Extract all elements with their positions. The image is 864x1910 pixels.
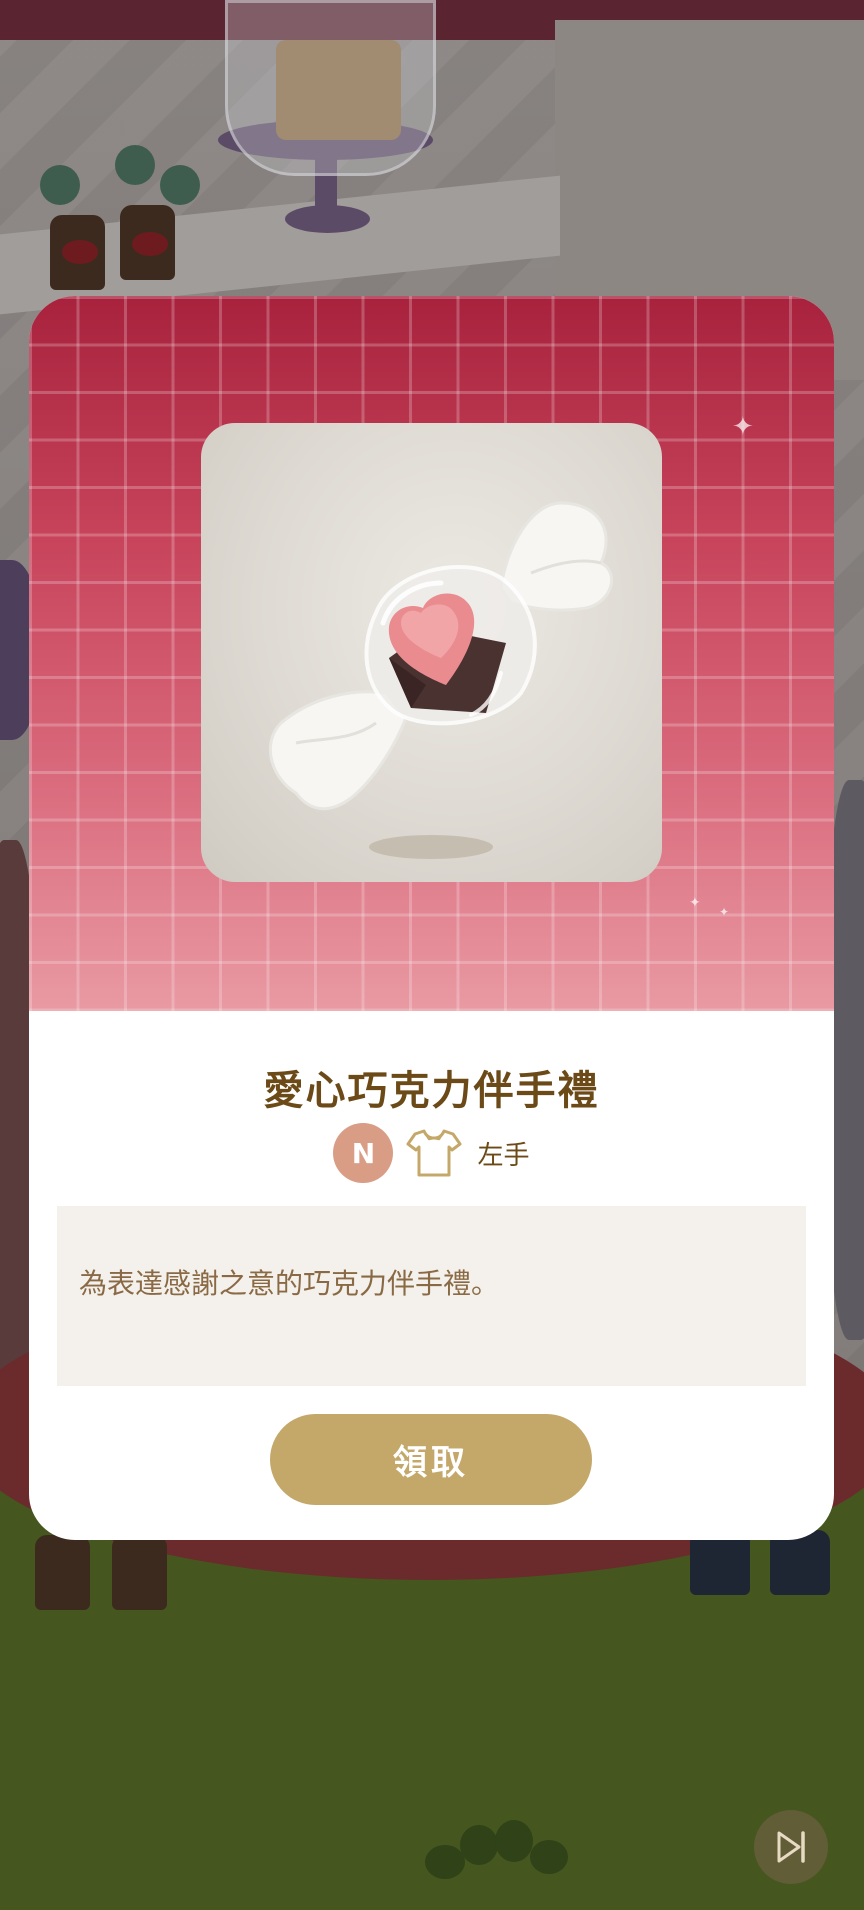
rarity-badge: N [333, 1123, 394, 1183]
skip-forward-icon [777, 1831, 805, 1863]
shirt-icon [403, 1125, 465, 1181]
sparkle-icon: ✦ [689, 895, 701, 911]
bow-decoration [62, 240, 98, 264]
dialog-hero-background: ✦ ✦ ✦ [29, 296, 834, 1011]
item-reward-dialog: ✦ ✦ ✦ 愛心巧克力伴手禮 N 左手 為表達感謝之意的巧克力伴手禮。 領取 [29, 296, 834, 1540]
boots-decoration [35, 1535, 90, 1610]
item-description: 為表達感謝之意的巧克力伴手禮。 [79, 1267, 500, 1300]
cake-stand-base [285, 205, 370, 233]
paw-decoration [530, 1840, 568, 1874]
plant-decoration [115, 145, 155, 185]
item-description-box: 為表達感謝之意的巧克力伴手禮。 [57, 1206, 806, 1386]
heart-chocolate-candy-image [268, 501, 614, 859]
paw-decoration [495, 1820, 533, 1862]
skip-button[interactable] [754, 1810, 828, 1884]
claim-button[interactable]: 領取 [270, 1414, 592, 1505]
bow-decoration [132, 232, 168, 256]
sparkle-icon: ✦ [732, 412, 754, 442]
equip-slot-label: 左手 [477, 1140, 530, 1171]
paw-decoration [460, 1825, 498, 1865]
plant-decoration [160, 165, 200, 205]
boots-decoration [112, 1535, 167, 1610]
plant-decoration [40, 165, 80, 205]
cake-dome [225, 0, 436, 176]
sparkle-icon: ✦ [719, 905, 730, 919]
paw-decoration [425, 1845, 465, 1879]
item-name: 愛心巧克力伴手禮 [263, 1068, 600, 1114]
item-meta-row: N 左手 [29, 1122, 834, 1184]
item-image-frame [201, 423, 662, 882]
